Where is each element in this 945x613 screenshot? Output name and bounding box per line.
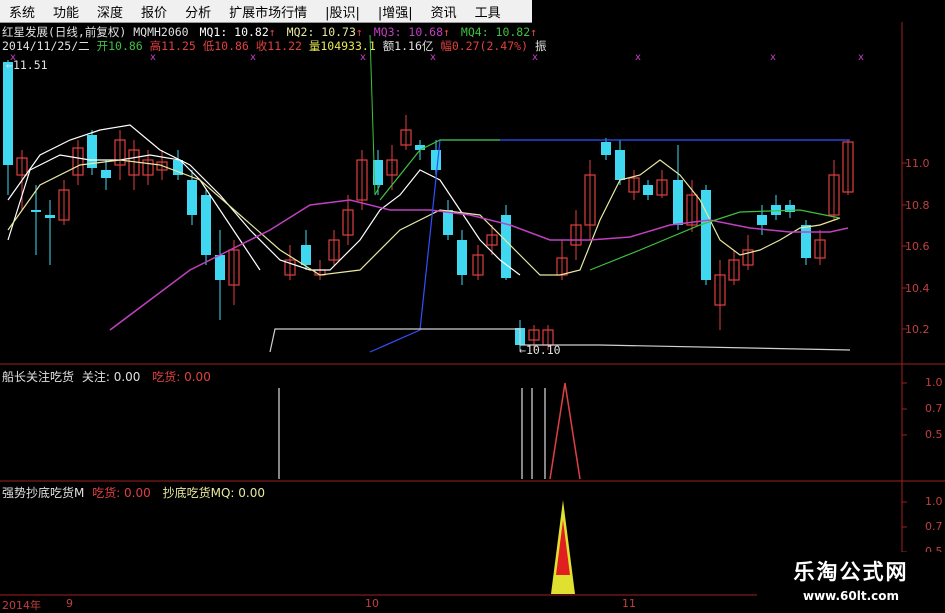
chaodi-value: 抄底吃货MQ: 0.00	[162, 486, 265, 500]
candle-body	[771, 205, 781, 215]
date-axis-month: 10	[365, 597, 379, 610]
candle-body	[215, 255, 225, 280]
price-axis-label: 10.2	[905, 323, 930, 336]
candle-body	[101, 170, 111, 178]
signal-marker: x	[430, 52, 436, 63]
panel2-axis-label: 0.7	[925, 402, 943, 415]
candle-body	[415, 145, 425, 150]
arrow-left-icon: ←	[519, 343, 526, 357]
chihuo-value: 吃货: 0.00	[92, 486, 151, 500]
candle-body	[431, 150, 441, 170]
date-axis-month: 9	[66, 597, 73, 610]
candle-body	[187, 180, 197, 215]
panel2-axis-label: 1.0	[925, 376, 943, 389]
panel2-header: 船长关注吃货 关注: 0.00 吃货: 0.00	[2, 368, 211, 385]
mq1-line	[7, 124, 521, 276]
mq2-line	[7, 159, 841, 276]
candle-body	[3, 62, 13, 165]
price-axis-label: 11.0	[905, 157, 930, 170]
signal-marker: x	[250, 52, 256, 63]
signal-marker: x	[858, 52, 864, 63]
candle-body	[615, 150, 625, 180]
candlesticks	[3, 60, 854, 350]
signal-marker: x	[150, 52, 156, 63]
chihuo-signal	[549, 382, 581, 480]
panel3-axis-label: 1.0	[925, 495, 943, 508]
panel2-title: 船长关注吃货	[2, 370, 75, 384]
signal-marker: x	[635, 52, 641, 63]
candle-body	[31, 210, 41, 212]
candle-body	[601, 142, 611, 155]
panel3-title: 强势抄底吃货M	[2, 486, 85, 500]
price-axis-label: 10.6	[905, 240, 930, 253]
blue-line	[369, 139, 850, 353]
low-marker: ←10.10	[519, 343, 561, 357]
high-marker: ←11.51	[6, 58, 48, 72]
signal-marker: x	[770, 52, 776, 63]
grid-lines	[0, 22, 945, 596]
guanzhu-value: 关注: 0.00	[81, 370, 141, 384]
signal-marker: x	[360, 52, 366, 63]
price-axis-label: 10.8	[905, 199, 930, 212]
candle-body	[643, 185, 653, 195]
watermark-name: 乐淘公式网	[793, 560, 909, 584]
ma-lines: xxxxxxxxx	[7, 34, 864, 353]
sub-panels	[278, 382, 581, 594]
date-axis-year: 2014年	[2, 599, 41, 612]
candle-body	[757, 215, 767, 225]
candle-body	[201, 195, 211, 255]
candle-body	[801, 225, 811, 258]
panel3-header: 强势抄底吃货M 吃货: 0.00 抄底吃货MQ: 0.00	[2, 484, 265, 501]
watermark: 乐淘公式网 www.60lt.com	[757, 552, 945, 609]
candle-body	[301, 245, 311, 265]
signal-marker: x	[532, 52, 538, 63]
candle-body	[443, 210, 453, 235]
date-axis-month: 11	[622, 597, 636, 610]
candle-body	[45, 215, 55, 218]
candle-body	[701, 190, 711, 280]
chart-canvas[interactable]: xxxxxxxxx	[0, 0, 945, 609]
watermark-url: www.60lt.com	[802, 589, 900, 603]
price-axis-label: 10.4	[905, 282, 930, 295]
candle-body	[673, 180, 683, 225]
panel3-axis-label: 0.7	[925, 520, 943, 533]
candle-body	[457, 240, 467, 275]
arrow-left-icon: ←	[6, 58, 13, 72]
panel2-axis-label: 0.5	[925, 428, 943, 441]
chihuo-value: 吃货: 0.00	[152, 370, 211, 384]
